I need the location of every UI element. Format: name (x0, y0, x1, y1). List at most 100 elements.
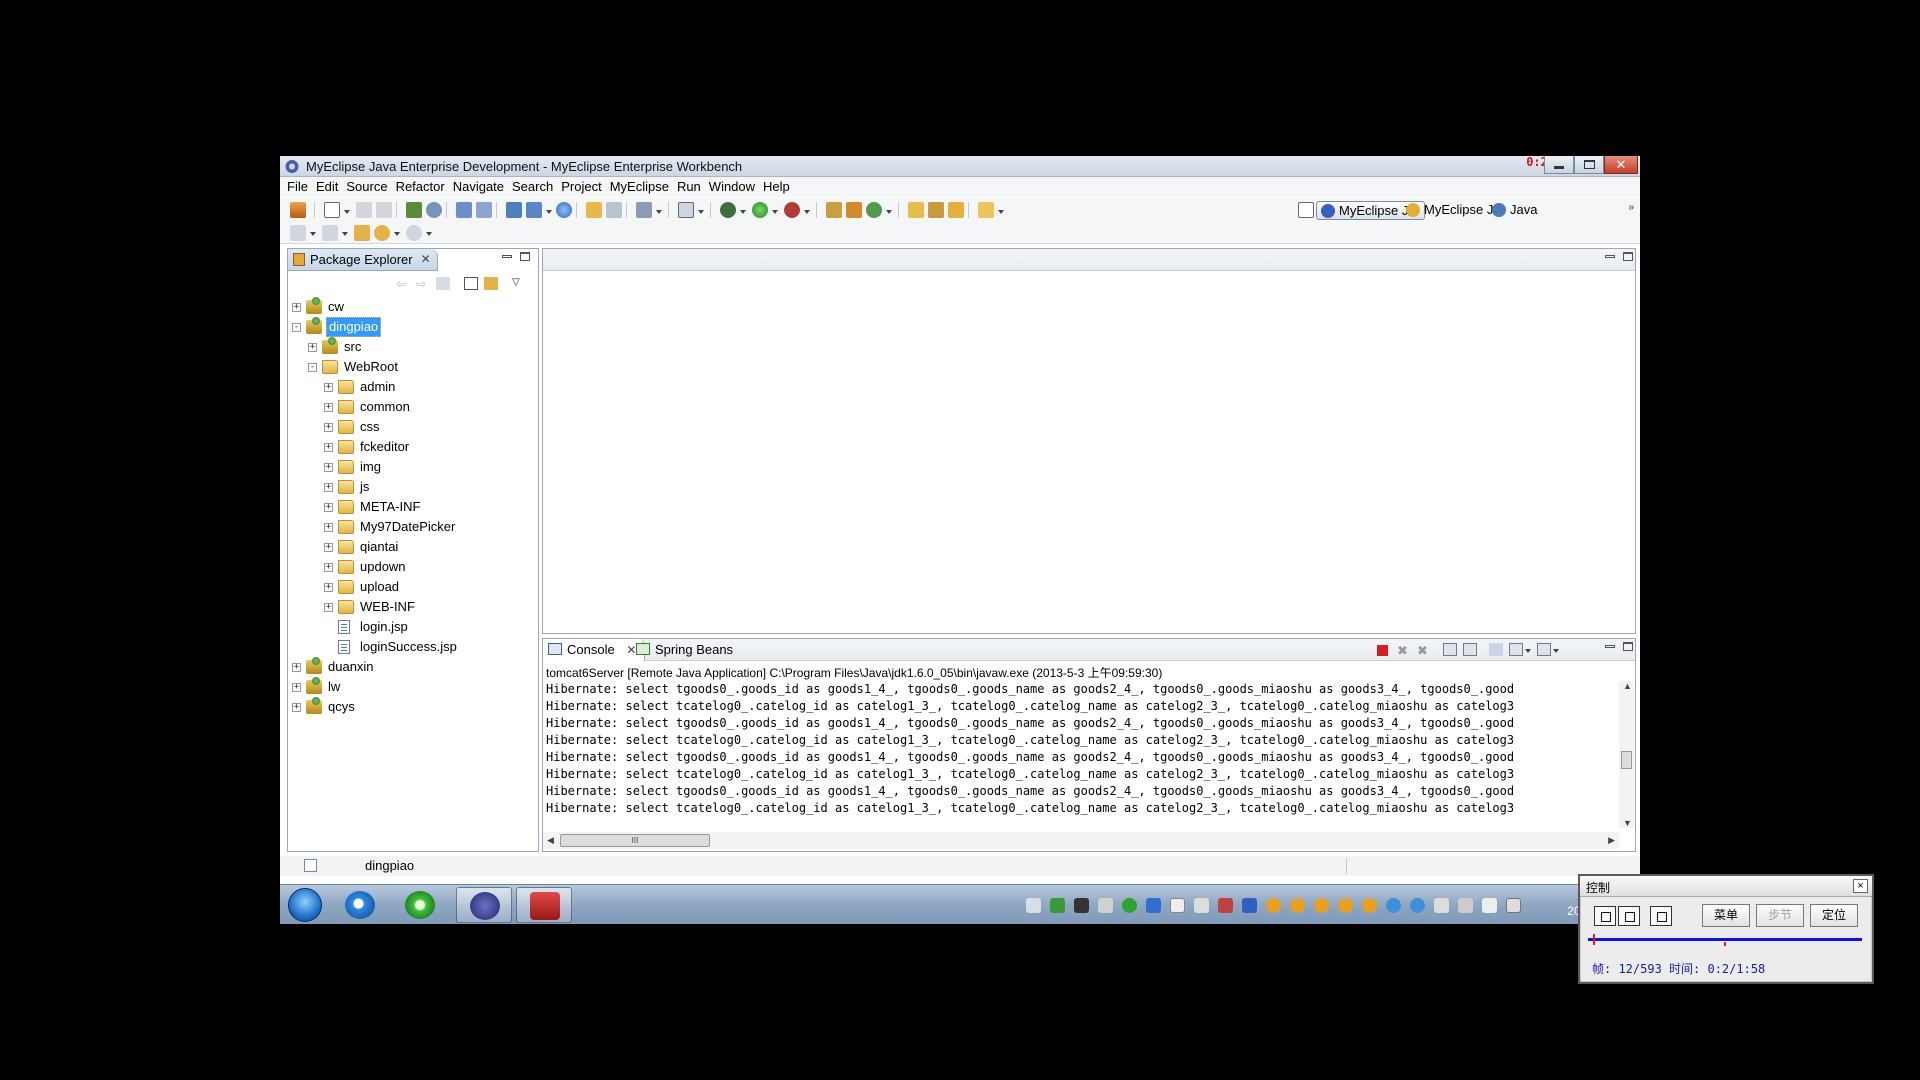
tree-item[interactable]: login.jsp (288, 617, 536, 637)
browser-icon[interactable] (426, 202, 442, 218)
open-resource-icon[interactable] (606, 202, 622, 218)
annotation-icon[interactable] (290, 225, 306, 241)
close-window-button[interactable]: ✕ (1604, 156, 1638, 174)
tree-item[interactable]: + updown (288, 557, 536, 577)
scroll-up-icon[interactable]: ▲ (1623, 681, 1632, 691)
taskbar-360[interactable] (392, 887, 448, 923)
tree-item[interactable]: loginSuccess.jsp (288, 637, 536, 657)
fast-view-icon[interactable] (304, 859, 317, 872)
tree-item[interactable]: + lw (288, 677, 536, 697)
menu-refactor[interactable]: Refactor (395, 177, 452, 197)
display-console-icon[interactable] (1509, 643, 1523, 656)
menu-project[interactable]: Project (560, 177, 608, 197)
locate-button[interactable]: 定位 (1810, 904, 1858, 927)
open-perspective-icon[interactable] (1298, 202, 1314, 218)
tree-item[interactable]: + duanxin (288, 657, 536, 677)
network-globe-icon[interactable] (1386, 898, 1401, 913)
tray-app-icon-2[interactable] (1074, 898, 1089, 913)
maximize-view-icon[interactable] (520, 252, 530, 261)
new-interface-icon[interactable] (846, 202, 862, 218)
expand-icon[interactable]: + (324, 583, 333, 592)
qq-icon[interactable] (1314, 898, 1329, 913)
maximize-console-icon[interactable] (1623, 642, 1633, 651)
terminate-icon[interactable] (1377, 645, 1388, 656)
external-tools-icon[interactable] (784, 202, 800, 218)
new-web-icon[interactable] (526, 202, 542, 218)
taskbar-ie[interactable] (332, 887, 388, 923)
maximize-button[interactable] (1574, 156, 1604, 174)
minimize-button[interactable] (1544, 156, 1574, 174)
tree-item[interactable]: + qcys (288, 697, 536, 717)
link-with-editor-icon[interactable] (484, 277, 498, 290)
console-horizontal-scrollbar[interactable]: ◀ III ▶ (543, 832, 1619, 849)
screen-icon[interactable] (678, 202, 694, 218)
server-icon[interactable] (476, 202, 492, 218)
volume-muted-icon[interactable] (1458, 898, 1473, 913)
tray-app-icon-1[interactable] (1050, 898, 1065, 913)
taskbar-toolbox[interactable] (516, 887, 572, 923)
more-perspectives-icon[interactable]: » (1628, 202, 1634, 213)
close-icon[interactable]: × (1853, 879, 1868, 893)
tree-item[interactable]: + META-INF (288, 497, 536, 517)
collapse-all-icon[interactable] (464, 277, 478, 290)
scroll-down-icon[interactable]: ▼ (1623, 818, 1632, 828)
start-button[interactable] (288, 888, 322, 922)
playback-position-marker[interactable] (1592, 934, 1595, 945)
view-menu-icon[interactable]: ▽ (512, 277, 526, 290)
expand-icon[interactable]: + (292, 703, 301, 712)
qq-icon[interactable] (1338, 898, 1353, 913)
tree-item[interactable]: + qiantai (288, 537, 536, 557)
new-icon[interactable] (324, 202, 340, 218)
pause-icon[interactable] (1594, 906, 1616, 926)
shield-icon[interactable] (1146, 898, 1161, 913)
close-icon[interactable]: ✕ (421, 252, 431, 266)
run-icon[interactable] (752, 202, 768, 218)
tree-item[interactable]: + cw (288, 297, 536, 317)
tree-item[interactable]: + fckeditor (288, 437, 536, 457)
debug-icon[interactable] (720, 202, 736, 218)
open-project-icon[interactable] (948, 202, 964, 218)
keyboard-icon[interactable] (1026, 898, 1041, 913)
save-icon[interactable] (356, 202, 372, 218)
menu-search[interactable]: Search (511, 177, 560, 197)
tree-item[interactable]: + admin (288, 377, 536, 397)
menu-source[interactable]: Source (345, 177, 394, 197)
tree-item[interactable]: + common (288, 397, 536, 417)
network-icon[interactable] (1506, 898, 1521, 913)
menu-file[interactable]: File (286, 177, 315, 197)
open-folder-icon[interactable] (908, 202, 924, 218)
expand-icon[interactable]: + (324, 443, 333, 452)
menu-button[interactable]: 菜单 (1702, 904, 1750, 927)
collapse-icon[interactable]: - (308, 363, 317, 372)
collapse-icon[interactable]: - (292, 323, 301, 332)
minimize-console-icon[interactable] (1605, 645, 1615, 648)
open-type-icon[interactable] (586, 202, 602, 218)
expand-icon[interactable]: + (292, 663, 301, 672)
new-class-icon[interactable] (636, 202, 652, 218)
maximize-editor-icon[interactable] (1623, 252, 1633, 261)
playback-progress-track[interactable] (1588, 938, 1862, 941)
qq-icon[interactable] (1266, 898, 1281, 913)
menu-navigate[interactable]: Navigate (452, 177, 511, 197)
tree-item[interactable]: + upload (288, 577, 536, 597)
console-vertical-scrollbar[interactable]: ▲ ▼ (1619, 681, 1634, 828)
tree-item[interactable]: - dingpiao (288, 317, 536, 337)
expand-icon[interactable]: + (324, 483, 333, 492)
tray-app-icon-3[interactable] (1098, 898, 1113, 913)
forward-arrow-icon[interactable]: ⇨ (416, 277, 430, 291)
forward-icon[interactable] (406, 225, 422, 241)
tray-app-icon-9[interactable] (1434, 898, 1449, 913)
step-forward-icon[interactable] (1650, 906, 1672, 926)
minimize-editor-icon[interactable] (1605, 255, 1615, 258)
spring-beans-tab[interactable]: Spring Beans (631, 639, 741, 661)
menu-edit[interactable]: Edit (315, 177, 345, 197)
new-package-icon[interactable] (826, 202, 842, 218)
web-project-icon[interactable] (506, 202, 522, 218)
minimize-view-icon[interactable] (502, 255, 512, 258)
tray-app-icon-5[interactable] (1170, 898, 1185, 913)
step-button[interactable]: 步节 (1756, 904, 1804, 927)
expand-icon[interactable]: + (324, 423, 333, 432)
back-icon[interactable] (374, 225, 390, 241)
scroll-right-icon[interactable]: ▶ (1608, 835, 1615, 846)
expand-icon[interactable]: + (308, 343, 317, 352)
